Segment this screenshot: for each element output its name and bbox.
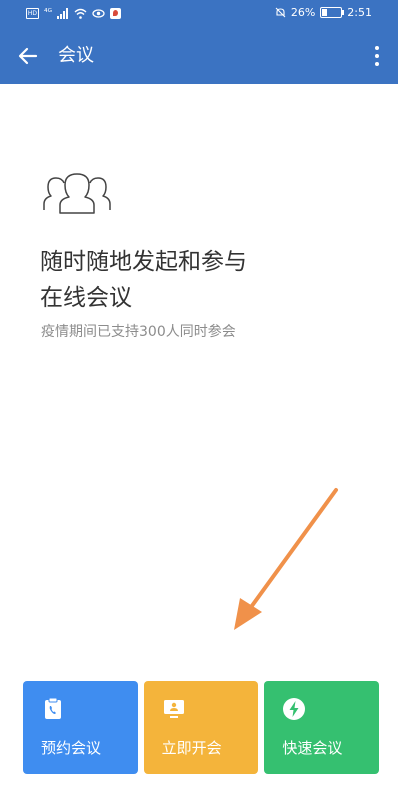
eye-icon — [92, 8, 105, 18]
hd-icon: HD — [26, 7, 39, 19]
status-bar: HD ⁴ᴳ 26% 2:51 — [0, 0, 398, 28]
clipboard-phone-icon — [45, 697, 61, 719]
lightning-icon — [283, 698, 306, 720]
app-notification-icon — [110, 7, 121, 19]
signal-icon — [57, 7, 68, 19]
page-title: 会议 — [58, 45, 94, 66]
headline-line-1: 随时随地发起和参与 — [40, 249, 247, 275]
network-4g-icon: ⁴ᴳ — [44, 8, 52, 18]
more-vertical-icon[interactable] — [372, 44, 382, 68]
people-group-icon — [43, 173, 111, 214]
arrow-left-icon[interactable] — [16, 44, 40, 68]
meeting-screen: HD ⁴ᴳ 26% 2:51 会议 随时随地发起和参与 在线会议 疫情期间已支持… — [0, 0, 398, 803]
headline-line-2: 在线会议 — [40, 285, 132, 311]
orange-arrow-annotation — [234, 488, 338, 630]
hero-subline: 疫情期间已支持300人同时参会 — [41, 324, 236, 340]
battery-icon — [320, 7, 345, 18]
status-right-icons: 26% 2:51 — [275, 6, 372, 19]
meeting-actions: 预约会议 立即开会 快速会议 — [23, 681, 380, 774]
start-meeting-button[interactable]: 立即开会 — [143, 681, 259, 774]
wifi-icon — [74, 8, 87, 19]
quick-meeting-button[interactable]: 快速会议 — [264, 681, 380, 774]
battery-percent: 26% — [290, 6, 316, 19]
start-meeting-label: 立即开会 — [161, 739, 222, 757]
status-time: 2:51 — [347, 6, 372, 19]
bell-off-icon — [275, 7, 286, 18]
quick-meeting-label: 快速会议 — [282, 739, 343, 757]
app-bar: 会议 — [0, 28, 398, 84]
schedule-meeting-button[interactable]: 预约会议 — [23, 681, 138, 774]
status-left-icons: HD ⁴ᴳ — [26, 6, 121, 20]
hero-headline: 随时随地发起和参与 在线会议 — [40, 244, 360, 316]
schedule-meeting-label: 预约会议 — [41, 739, 102, 757]
monitor-person-icon — [163, 700, 184, 718]
